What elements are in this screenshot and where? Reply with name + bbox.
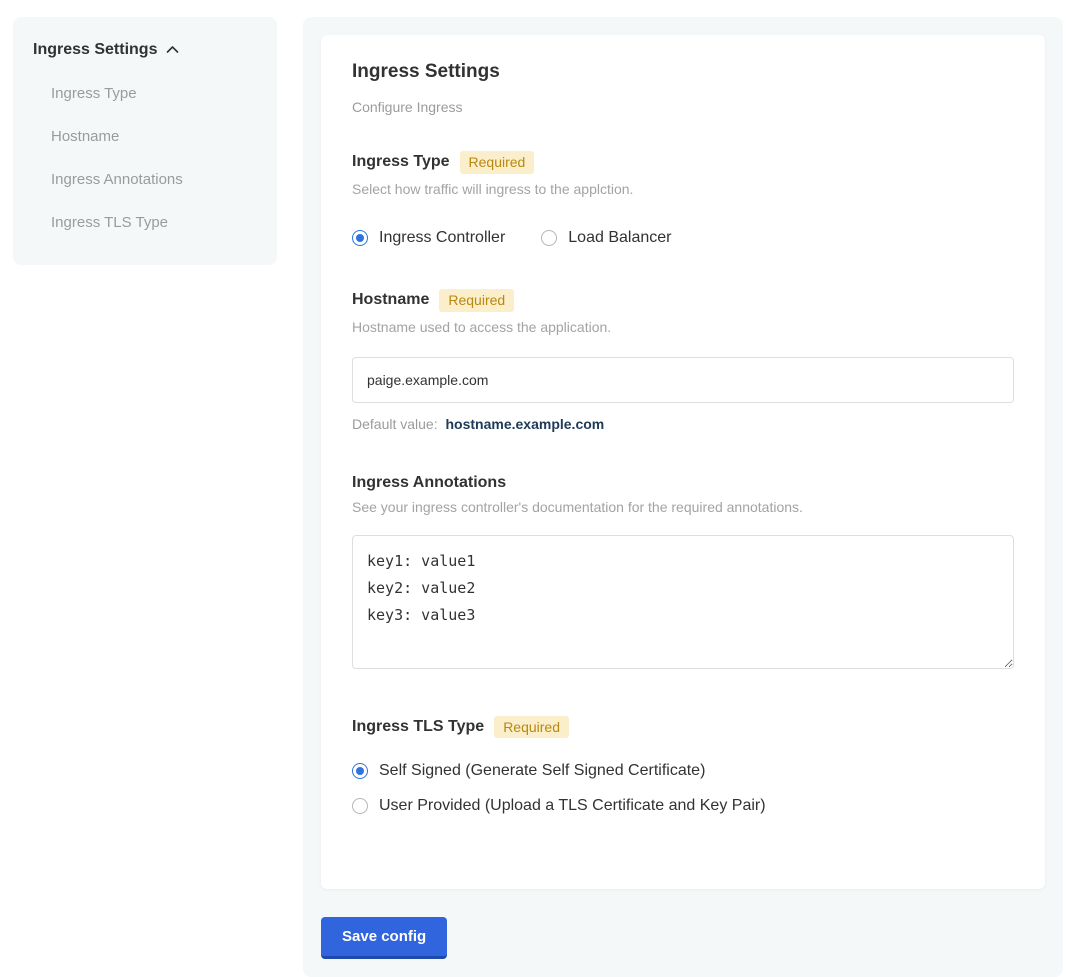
hostname-input[interactable] bbox=[352, 357, 1014, 403]
radio-label: Load Balancer bbox=[568, 229, 671, 247]
section-title: Hostname bbox=[352, 291, 429, 309]
section-ingress-annotations-header: Ingress Annotations bbox=[352, 474, 1014, 492]
ingress-type-radio-group: Ingress Controller Load Balancer bbox=[352, 229, 1014, 247]
chevron-up-icon bbox=[166, 41, 179, 59]
save-config-button[interactable]: Save config bbox=[321, 917, 447, 959]
ingress-tls-type-radio-group: Self Signed (Generate Self Signed Certif… bbox=[352, 762, 1014, 815]
required-badge: Required bbox=[494, 716, 569, 739]
sidebar-item-ingress-tls-type[interactable]: Ingress TLS Type bbox=[33, 214, 257, 231]
section-ingress-tls-type-header: Ingress TLS Type Required bbox=[352, 716, 1014, 739]
section-title: Ingress Type bbox=[352, 153, 450, 171]
ingress-settings-card: Ingress Settings Configure Ingress Ingre… bbox=[321, 35, 1045, 889]
section-hostname-header: Hostname Required bbox=[352, 289, 1014, 312]
page-layout: Ingress Settings Ingress Type Hostname I… bbox=[0, 0, 1090, 977]
config-nav-sidebar: Ingress Settings Ingress Type Hostname I… bbox=[13, 17, 277, 265]
required-badge: Required bbox=[460, 151, 535, 174]
default-value-text: hostname.example.com bbox=[446, 416, 605, 432]
sidebar-item-ingress-annotations[interactable]: Ingress Annotations bbox=[33, 171, 257, 188]
radio-selected-icon[interactable] bbox=[352, 230, 368, 246]
required-badge: Required bbox=[439, 289, 514, 312]
radio-label: Ingress Controller bbox=[379, 229, 505, 247]
section-ingress-type-header: Ingress Type Required bbox=[352, 151, 1014, 174]
section-ingress-tls-type: Ingress TLS Type Required Self Signed (G… bbox=[352, 716, 1014, 816]
radio-selected-icon[interactable] bbox=[352, 763, 368, 779]
radio-option-self-signed[interactable]: Self Signed (Generate Self Signed Certif… bbox=[352, 762, 1014, 780]
ingress-annotations-help-text: See your ingress controller's documentat… bbox=[352, 499, 1014, 515]
sidebar-item-hostname[interactable]: Hostname bbox=[33, 128, 257, 145]
sidebar-group-label: Ingress Settings bbox=[33, 41, 157, 59]
radio-unselected-icon[interactable] bbox=[541, 230, 557, 246]
radio-label: Self Signed (Generate Self Signed Certif… bbox=[379, 762, 705, 780]
card-title: Ingress Settings bbox=[352, 61, 1014, 83]
section-ingress-type: Ingress Type Required Select how traffic… bbox=[352, 151, 1014, 247]
section-ingress-annotations: Ingress Annotations See your ingress con… bbox=[352, 474, 1014, 674]
section-hostname: Hostname Required Hostname used to acces… bbox=[352, 289, 1014, 432]
radio-option-load-balancer[interactable]: Load Balancer bbox=[541, 229, 671, 247]
radio-option-user-provided[interactable]: User Provided (Upload a TLS Certificate … bbox=[352, 797, 1014, 815]
ingress-type-help-text: Select how traffic will ingress to the a… bbox=[352, 181, 1014, 197]
sidebar-item-ingress-type[interactable]: Ingress Type bbox=[33, 85, 257, 102]
config-main-panel: Ingress Settings Configure Ingress Ingre… bbox=[303, 17, 1063, 977]
radio-option-ingress-controller[interactable]: Ingress Controller bbox=[352, 229, 505, 247]
ingress-annotations-textarea[interactable]: key1: value1 key2: value2 key3: value3 bbox=[352, 535, 1014, 669]
card-subtitle: Configure Ingress bbox=[352, 99, 1014, 115]
hostname-default-line: Default value: hostname.example.com bbox=[352, 416, 1014, 432]
section-title: Ingress TLS Type bbox=[352, 718, 484, 736]
radio-label: User Provided (Upload a TLS Certificate … bbox=[379, 797, 766, 815]
section-title: Ingress Annotations bbox=[352, 474, 506, 492]
hostname-help-text: Hostname used to access the application. bbox=[352, 319, 1014, 335]
radio-unselected-icon[interactable] bbox=[352, 798, 368, 814]
default-value-label: Default value: bbox=[352, 416, 438, 432]
sidebar-group-ingress-settings[interactable]: Ingress Settings bbox=[33, 41, 257, 59]
